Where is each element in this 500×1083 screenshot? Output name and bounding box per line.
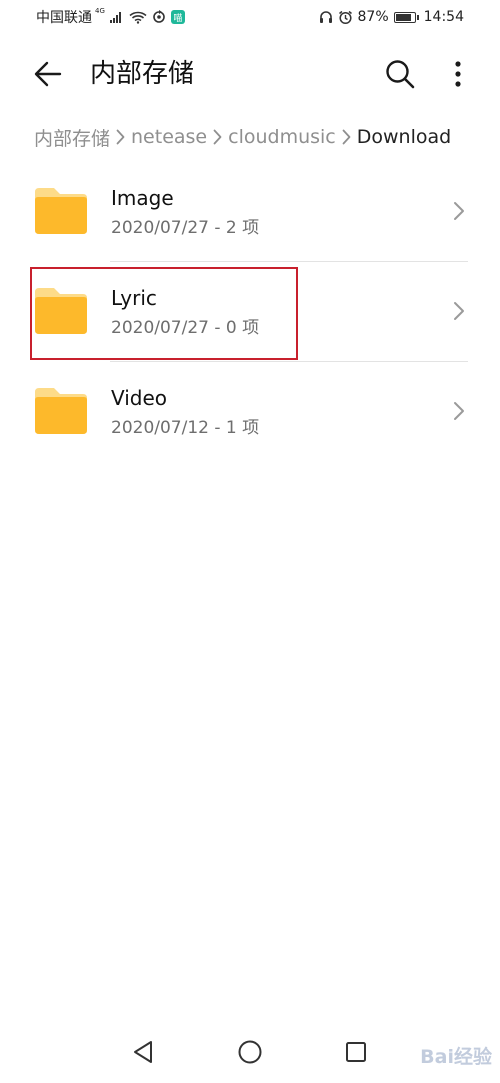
chevron-right-icon bbox=[342, 129, 351, 145]
app-notification-icon: 喵 bbox=[170, 10, 185, 24]
chevron-right-icon bbox=[454, 302, 464, 320]
folder-icon bbox=[35, 288, 87, 334]
folder-icon bbox=[35, 388, 87, 434]
file-meta: 2020/07/27 - 0 项 bbox=[111, 318, 260, 338]
breadcrumb-internal-storage[interactable]: 内部存储 bbox=[34, 124, 110, 151]
wifi-icon bbox=[129, 11, 147, 24]
chevron-right-icon bbox=[116, 129, 125, 145]
file-name: Lyric bbox=[111, 286, 157, 310]
headset-icon bbox=[319, 11, 332, 23]
nav-back-button[interactable] bbox=[128, 1037, 158, 1067]
list-item-lyric-folder[interactable]: Lyric 2020/07/27 - 0 项 bbox=[0, 262, 500, 362]
circle-home-icon bbox=[238, 1040, 262, 1064]
app-bar: 内部存储 bbox=[0, 44, 500, 104]
breadcrumb-netease[interactable]: netease bbox=[131, 126, 207, 148]
chevron-right-icon bbox=[213, 129, 222, 145]
status-left: 中国联通 4G 喵 bbox=[36, 7, 185, 27]
network-type: 4G bbox=[95, 7, 105, 15]
chevron-right-icon bbox=[454, 402, 464, 420]
triangle-back-icon bbox=[134, 1041, 152, 1063]
sync-icon bbox=[153, 10, 165, 23]
status-right: 87% 14:54 bbox=[319, 9, 464, 25]
clock: 14:54 bbox=[423, 9, 464, 25]
file-name: Video bbox=[111, 386, 168, 410]
file-list: Image 2020/07/27 - 2 项 Lyric 2020/07/27 … bbox=[0, 162, 500, 462]
breadcrumb-cloudmusic[interactable]: cloudmusic bbox=[228, 126, 336, 148]
file-meta: 2020/07/12 - 1 项 bbox=[111, 418, 260, 438]
alarm-icon bbox=[338, 10, 352, 24]
status-bar: 中国联通 4G 喵 87% 14:54 bbox=[0, 0, 500, 34]
page-title: 内部存储 bbox=[90, 59, 195, 89]
chevron-right-icon bbox=[454, 202, 464, 220]
square-recents-icon bbox=[346, 1042, 366, 1062]
baidu-watermark: Bai经验 bbox=[420, 1042, 492, 1069]
file-meta: 2020/07/27 - 2 项 bbox=[111, 218, 260, 238]
file-name: Image bbox=[111, 186, 174, 210]
nav-home-button[interactable] bbox=[235, 1037, 265, 1067]
breadcrumb-download: Download bbox=[356, 126, 452, 148]
battery-icon bbox=[393, 11, 419, 23]
watermark-text: Bai经验 bbox=[420, 1046, 492, 1068]
more-options-button[interactable] bbox=[440, 54, 476, 94]
battery-percent: 87% bbox=[357, 9, 389, 25]
search-icon bbox=[386, 60, 415, 89]
folder-icon bbox=[35, 188, 87, 234]
search-button[interactable] bbox=[380, 54, 420, 94]
arrow-left-icon bbox=[34, 61, 62, 87]
battery-fill bbox=[395, 13, 412, 21]
breadcrumb: 内部存储 netease cloudmusic Download bbox=[34, 122, 480, 152]
back-button[interactable] bbox=[28, 54, 68, 94]
signal-icon bbox=[109, 12, 121, 23]
list-item-image-folder[interactable]: Image 2020/07/27 - 2 项 bbox=[0, 162, 500, 262]
more-vertical-icon bbox=[455, 61, 461, 87]
carrier-label: 中国联通 bbox=[36, 10, 92, 26]
nav-recents-button[interactable] bbox=[341, 1037, 371, 1067]
list-item-video-folder[interactable]: Video 2020/07/12 - 1 项 bbox=[0, 362, 500, 462]
